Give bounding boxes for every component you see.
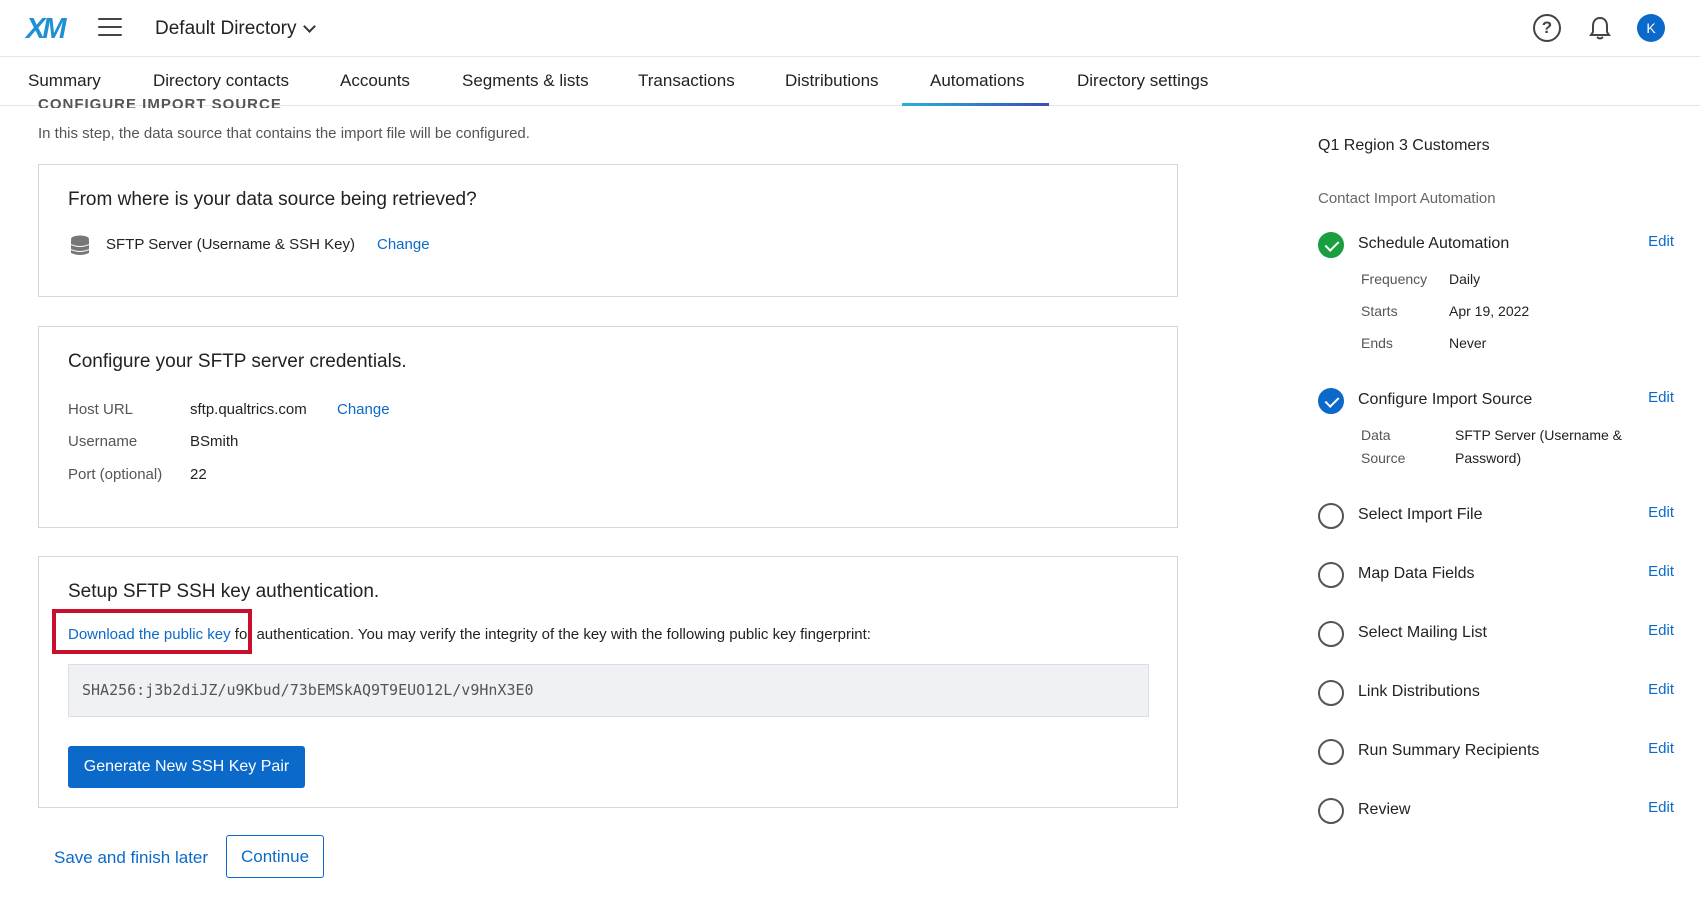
step-link-distributions: Link Distributions Edit <box>1318 679 1674 707</box>
tab-segments-lists[interactable]: Segments & lists <box>462 57 589 106</box>
tab-distributions[interactable]: Distributions <box>785 57 879 106</box>
help-icon[interactable]: ? <box>1533 14 1561 42</box>
edit-link[interactable]: Edit <box>1648 389 1674 406</box>
edit-link[interactable]: Edit <box>1648 504 1674 521</box>
edit-link[interactable]: Edit <box>1648 563 1674 580</box>
empty-circle-icon <box>1318 562 1344 588</box>
bell-icon[interactable] <box>1586 14 1614 42</box>
frequency-value: Daily <box>1449 271 1481 287</box>
data-source-value-2: Password) <box>1455 450 1522 466</box>
port-value: 22 <box>190 466 207 483</box>
edit-link[interactable]: Edit <box>1648 233 1674 250</box>
step-name: Select Mailing List <box>1358 624 1487 641</box>
chevron-down-icon <box>302 20 316 33</box>
step-name: Schedule Automation <box>1358 235 1510 252</box>
step-name: Select Import File <box>1358 506 1483 523</box>
step-select-import-file: Select Import File Edit <box>1318 502 1674 530</box>
directory-selector[interactable]: Default Directory <box>155 18 316 40</box>
section-heading: CONFIGURE IMPORT SOURCE <box>38 96 282 108</box>
username-value: BSmith <box>190 433 239 450</box>
host-url-value: sftp.qualtrics.com <box>190 401 307 418</box>
change-source-link[interactable]: Change <box>377 236 430 253</box>
credentials-card: Configure your SFTP server credentials. … <box>38 326 1178 528</box>
edit-link[interactable]: Edit <box>1648 799 1674 816</box>
menu-icon[interactable] <box>98 18 122 38</box>
data-source-title: From where is your data source being ret… <box>68 189 477 210</box>
step-name: Configure Import Source <box>1358 391 1533 408</box>
automation-subtitle: Contact Import Automation <box>1318 190 1496 207</box>
data-source-value: SFTP Server (Username & SSH Key) <box>106 236 355 253</box>
check-circle-icon <box>1318 388 1344 414</box>
data-source-value: SFTP Server (Username & <box>1455 427 1623 443</box>
frequency-label: Frequency <box>1361 271 1428 287</box>
save-finish-later-link[interactable]: Save and finish later <box>54 848 208 868</box>
empty-circle-icon <box>1318 798 1344 824</box>
empty-circle-icon <box>1318 680 1344 706</box>
data-source-label: Data <box>1361 427 1391 443</box>
active-tab-indicator <box>902 103 1049 106</box>
starts-label: Starts <box>1361 303 1398 319</box>
host-url-label: Host URL <box>68 401 134 418</box>
top-bar: XM Default Directory ? K <box>0 0 1700 57</box>
credentials-title: Configure your SFTP server credentials. <box>68 351 407 372</box>
database-icon <box>71 235 89 255</box>
step-name: Review <box>1358 801 1411 818</box>
edit-link[interactable]: Edit <box>1648 622 1674 639</box>
step-name: Run Summary Recipients <box>1358 742 1540 759</box>
step-select-mailing-list: Select Mailing List Edit <box>1318 620 1674 648</box>
ends-value: Never <box>1449 335 1487 351</box>
empty-circle-icon <box>1318 621 1344 647</box>
continue-button[interactable]: Continue <box>226 835 324 878</box>
step-schedule-automation: Schedule Automation Edit <box>1318 231 1674 259</box>
highlight-box <box>52 609 252 654</box>
empty-circle-icon <box>1318 739 1344 765</box>
step-map-data-fields: Map Data Fields Edit <box>1318 561 1674 589</box>
avatar[interactable]: K <box>1637 14 1665 42</box>
data-source-label-2: Source <box>1361 450 1406 466</box>
edit-link[interactable]: Edit <box>1648 681 1674 698</box>
ssh-key-card: Setup SFTP SSH key authentication. Downl… <box>38 556 1178 808</box>
check-circle-icon <box>1318 232 1344 258</box>
username-label: Username <box>68 433 138 450</box>
edit-link[interactable]: Edit <box>1648 740 1674 757</box>
tab-directory-settings[interactable]: Directory settings <box>1077 57 1208 106</box>
automation-title: Q1 Region 3 Customers <box>1318 137 1490 154</box>
step-configure-import-source: Configure Import Source Edit <box>1318 387 1674 415</box>
ssh-key-title: Setup SFTP SSH key authentication. <box>68 581 380 602</box>
starts-value: Apr 19, 2022 <box>1449 303 1530 319</box>
generate-ssh-key-button[interactable]: Generate New SSH Key Pair <box>68 746 305 788</box>
port-label: Port (optional) <box>68 466 163 483</box>
step-name: Link Distributions <box>1358 683 1480 700</box>
xm-logo[interactable]: XM <box>26 13 66 46</box>
tab-automations[interactable]: Automations <box>930 57 1025 106</box>
tab-transactions[interactable]: Transactions <box>638 57 735 106</box>
data-source-card: From where is your data source being ret… <box>38 164 1178 297</box>
step-review: Review Edit <box>1318 797 1674 825</box>
tab-accounts[interactable]: Accounts <box>340 57 410 106</box>
step-run-summary-recipients: Run Summary Recipients Edit <box>1318 738 1674 766</box>
change-host-link[interactable]: Change <box>337 401 390 418</box>
step-name: Map Data Fields <box>1358 565 1475 582</box>
empty-circle-icon <box>1318 503 1344 529</box>
step-description: In this step, the data source that conta… <box>38 125 530 142</box>
ssh-key-instructions-text: for authentication. You may verify the i… <box>230 626 871 643</box>
directory-label: Default Directory <box>155 18 297 39</box>
fingerprint-field[interactable]: SHA256:j3b2diJZ/u9Kbud/73bEMSkAQ9T9EUO12… <box>68 664 1149 717</box>
ends-label: Ends <box>1361 335 1393 351</box>
